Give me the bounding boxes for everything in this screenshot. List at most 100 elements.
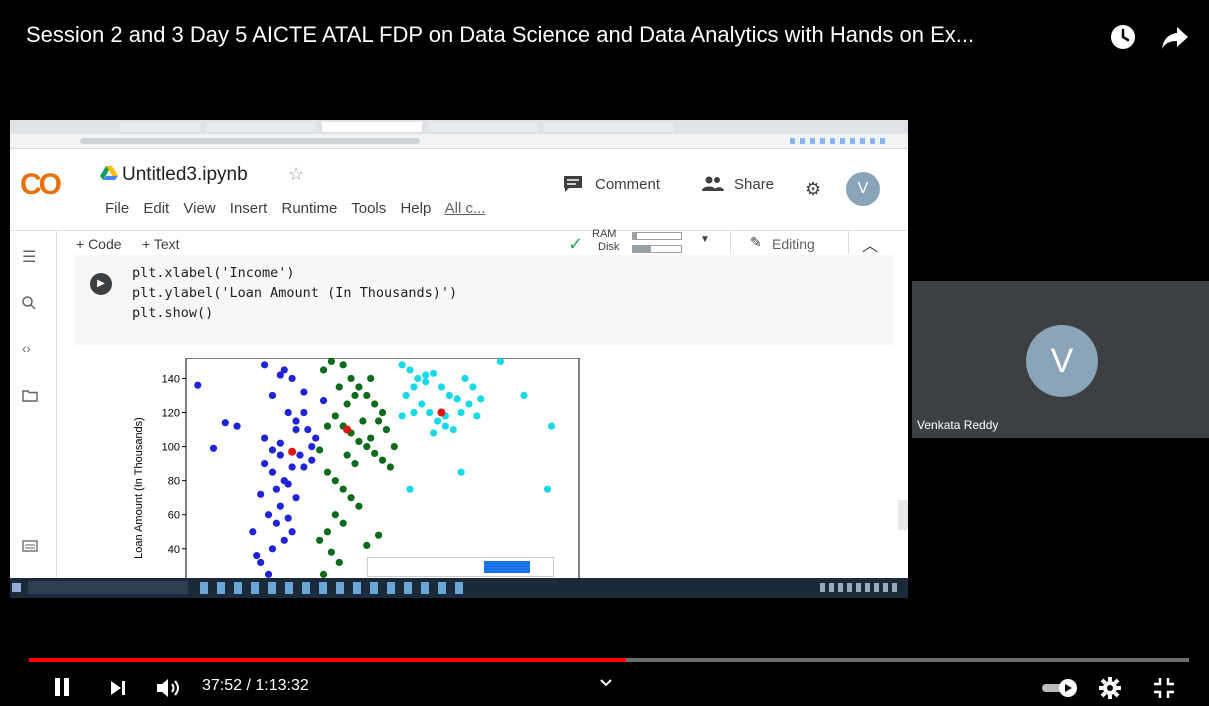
scatter-point bbox=[355, 502, 363, 510]
browser-address-bar[interactable] bbox=[10, 134, 908, 149]
menu-insert[interactable]: Insert bbox=[230, 200, 268, 217]
colab-logo[interactable]: CO bbox=[20, 168, 62, 202]
terminal-icon[interactable] bbox=[22, 539, 38, 557]
menu-edit[interactable]: Edit bbox=[143, 200, 169, 217]
y-tick-label: 120 bbox=[162, 408, 180, 420]
participant-name: Venkata Reddy bbox=[917, 418, 999, 432]
menu-help[interactable]: Help bbox=[400, 200, 431, 217]
scatter-point bbox=[378, 408, 387, 417]
browser-tab[interactable] bbox=[14, 122, 114, 132]
all-changes-saved-link[interactable]: All c... bbox=[445, 200, 486, 217]
volume-icon[interactable] bbox=[155, 676, 183, 705]
share-button[interactable]: Share bbox=[702, 176, 774, 197]
scatter-point bbox=[433, 417, 442, 425]
browser-tab[interactable] bbox=[206, 122, 316, 132]
scatter-point bbox=[406, 366, 414, 374]
scatter-point bbox=[371, 449, 379, 458]
colab-menu-bar: File Edit View Insert Runtime Tools Help… bbox=[105, 200, 486, 217]
code-editor[interactable]: plt.xlabel('Income') plt.ylabel('Loan Amo… bbox=[132, 263, 457, 323]
scatter-point bbox=[300, 388, 308, 396]
y-tick-label: 60 bbox=[168, 510, 180, 522]
video-title[interactable]: Session 2 and 3 Day 5 AICTE ATAL FDP on … bbox=[26, 22, 974, 48]
scatter-point bbox=[371, 400, 379, 408]
scatter-point bbox=[276, 439, 284, 447]
table-of-contents-icon[interactable]: ☰ bbox=[22, 247, 36, 267]
scatter-point bbox=[292, 425, 300, 434]
windows-start-icon[interactable] bbox=[12, 583, 21, 592]
scatter-point bbox=[272, 485, 280, 493]
scatter-point bbox=[316, 536, 324, 544]
browser-tab[interactable] bbox=[544, 122, 674, 132]
taskbar-apps[interactable] bbox=[200, 582, 470, 594]
stop-sharing-button[interactable] bbox=[484, 561, 530, 573]
scatter-point bbox=[194, 381, 202, 389]
scatter-point bbox=[465, 400, 473, 408]
menu-file[interactable]: File bbox=[105, 200, 129, 217]
scatter-point bbox=[268, 391, 277, 400]
scatter-point bbox=[268, 446, 277, 454]
y-axis: 20406080100120140 bbox=[162, 373, 186, 590]
scatter-point bbox=[308, 456, 316, 464]
search-icon[interactable] bbox=[22, 296, 36, 315]
star-icon[interactable]: ☆ bbox=[288, 164, 304, 185]
scatter-point bbox=[288, 463, 296, 471]
menu-runtime[interactable]: Runtime bbox=[281, 200, 337, 217]
add-text-button[interactable]: + Text bbox=[142, 236, 180, 252]
gear-icon[interactable]: ⚙ bbox=[805, 179, 821, 200]
scatter-point bbox=[351, 391, 359, 400]
scatter-point bbox=[268, 468, 277, 476]
scatter-point bbox=[284, 408, 292, 417]
resources-indicator[interactable]: RAM Disk bbox=[592, 228, 619, 254]
menu-view[interactable]: View bbox=[183, 200, 215, 217]
scatter-point bbox=[426, 408, 434, 417]
scatter-point bbox=[343, 425, 352, 434]
browser-tab-active[interactable] bbox=[322, 122, 422, 132]
y-axis-label: Loan Amount (In Thousands) bbox=[133, 417, 145, 559]
pencil-icon: ✎ bbox=[750, 234, 762, 250]
scatter-point bbox=[268, 545, 277, 553]
scatter-point bbox=[418, 400, 426, 408]
scatter-point bbox=[367, 374, 375, 383]
share-arrow-icon[interactable] bbox=[1160, 24, 1190, 59]
next-icon[interactable] bbox=[108, 678, 128, 703]
clock-icon[interactable] bbox=[1108, 22, 1138, 59]
autoplay-toggle-icon[interactable] bbox=[1040, 678, 1080, 703]
scatter-point bbox=[319, 396, 328, 405]
notebook-title[interactable]: Untitled3.ipynb bbox=[122, 164, 248, 186]
add-code-button[interactable]: + Code bbox=[76, 236, 122, 252]
comment-icon bbox=[564, 176, 582, 192]
scatter-point bbox=[398, 412, 406, 420]
y-tick-label: 40 bbox=[168, 544, 180, 556]
y-tick-label: 100 bbox=[162, 442, 180, 454]
scatter-point bbox=[335, 383, 343, 391]
resources-dropdown-icon[interactable]: ▼ bbox=[700, 234, 710, 245]
comment-label: Comment bbox=[595, 176, 661, 193]
scatter-point bbox=[316, 446, 324, 454]
scrollbar[interactable] bbox=[898, 500, 908, 530]
code-line: plt.ylabel('Loan Amount (In Thousands)') bbox=[132, 285, 458, 301]
comment-button[interactable]: Comment bbox=[563, 175, 660, 198]
ram-bar bbox=[632, 232, 682, 240]
exit-fullscreen-icon[interactable] bbox=[1152, 676, 1176, 705]
browser-tab[interactable] bbox=[120, 122, 200, 132]
pause-icon[interactable] bbox=[52, 676, 72, 703]
chevron-down-icon[interactable] bbox=[598, 676, 614, 694]
run-cell-button[interactable]: ▶ bbox=[90, 273, 112, 295]
taskbar-search-box[interactable] bbox=[28, 581, 188, 594]
folder-icon[interactable] bbox=[22, 389, 38, 407]
scatter-point bbox=[410, 383, 418, 391]
browser-tab[interactable] bbox=[428, 122, 538, 132]
scatter-point bbox=[304, 425, 312, 434]
code-snippets-icon[interactable]: ‹› bbox=[22, 341, 31, 356]
scatter-point bbox=[520, 391, 528, 400]
drive-icon bbox=[100, 166, 118, 180]
editing-mode-button[interactable]: Editing bbox=[772, 236, 815, 252]
gear-icon[interactable] bbox=[1098, 676, 1122, 705]
scatter-point bbox=[288, 528, 296, 536]
scatter-point bbox=[461, 374, 469, 383]
avatar[interactable]: V bbox=[846, 172, 880, 206]
scatter-point bbox=[335, 558, 343, 567]
scatter-point bbox=[355, 437, 363, 446]
menu-tools[interactable]: Tools bbox=[351, 200, 386, 217]
collapse-chevron-icon[interactable]: ︿ bbox=[862, 232, 878, 256]
